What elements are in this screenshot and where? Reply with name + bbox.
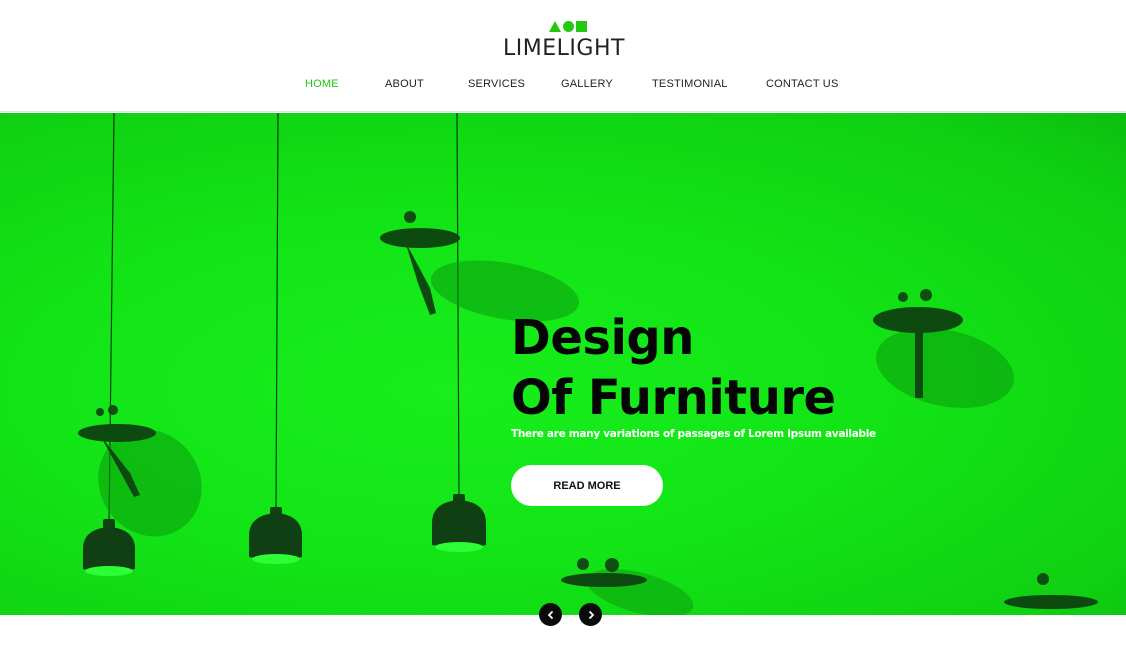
pendant-lamp (432, 494, 486, 552)
pendant-lamp (249, 507, 302, 564)
hero-title: Design Of Furniture (511, 308, 876, 428)
logo[interactable]: LIMELIGHT (0, 18, 1126, 61)
logo-shapes (10, 18, 1126, 34)
hero-banner: Design Of Furniture There are many varia… (0, 113, 1126, 615)
lamp-cord (275, 113, 279, 512)
triangle-icon (549, 20, 561, 32)
nav-item-testimonial[interactable]: TESTIMONIAL (652, 78, 728, 90)
wall-shelf (1004, 573, 1098, 609)
header-divider (0, 111, 1126, 112)
wall-shelf (873, 289, 1014, 408)
nav-item-about[interactable]: ABOUT (385, 78, 424, 90)
chevron-right-icon (588, 610, 594, 619)
site-header: LIMELIGHT HOME ABOUT SERVICES GALLERY TE… (0, 0, 1126, 112)
circle-icon (563, 20, 574, 32)
read-more-button[interactable]: READ MORE (511, 465, 663, 506)
nav-item-home[interactable]: HOME (305, 78, 339, 90)
hero-subtitle: There are many variations of passages of… (511, 428, 876, 440)
hero-text: Design Of Furniture There are many varia… (511, 308, 876, 440)
hero-title-line-2: Of Furniture (511, 370, 836, 426)
nav-item-contact-us[interactable]: CONTACT US (766, 78, 839, 90)
slider-next-button[interactable] (579, 603, 602, 626)
slider-prev-button[interactable] (539, 603, 562, 626)
square-icon (576, 20, 587, 32)
nav-item-services[interactable]: SERVICES (468, 78, 525, 90)
hero-title-line-1: Design (511, 310, 694, 366)
nav-item-gallery[interactable]: GALLERY (561, 78, 613, 90)
logo-text: LIMELIGHT (503, 36, 625, 61)
chevron-left-icon (547, 610, 553, 619)
main-nav: HOME ABOUT SERVICES GALLERY TESTIMONIAL … (0, 78, 1126, 92)
